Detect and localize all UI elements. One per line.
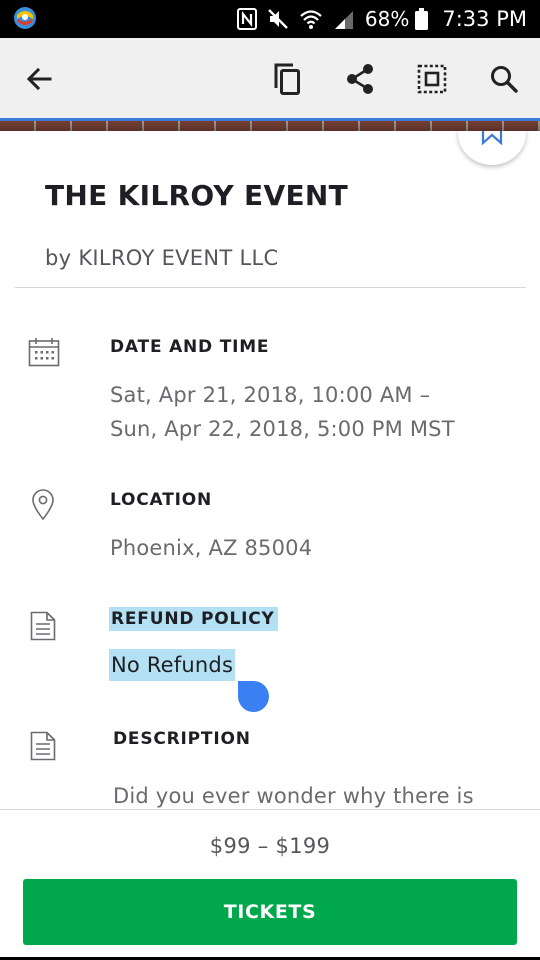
battery-icon <box>415 8 429 30</box>
document-icon <box>30 731 56 765</box>
app-icon <box>12 5 38 31</box>
signal-icon <box>333 9 355 29</box>
status-bar: 68% 7:33 PM <box>0 0 540 38</box>
location-value[interactable]: Phoenix, AZ 85004 <box>110 531 312 565</box>
ticket-bar: $99 – $199 TICKETS <box>0 809 540 960</box>
date-time-end: Sun, Apr 22, 2018, 5:00 PM MST <box>110 417 455 441</box>
tickets-button[interactable]: TICKETS <box>23 879 517 945</box>
nfc-icon <box>236 8 257 30</box>
battery-percent: 68% <box>364 7 410 31</box>
bookmark-icon <box>481 131 503 149</box>
bookmark-button[interactable] <box>458 131 526 165</box>
share-icon[interactable] <box>340 59 380 99</box>
header-image-strip <box>0 121 540 131</box>
copy-icon[interactable] <box>267 59 307 99</box>
date-time-value: Sat, Apr 21, 2018, 10:00 AM – Sun, Apr 2… <box>110 378 455 446</box>
status-clock: 7:33 PM <box>442 7 527 31</box>
divider <box>15 287 526 288</box>
search-icon[interactable] <box>484 59 524 99</box>
mute-icon <box>267 8 289 30</box>
calendar-icon <box>28 337 60 371</box>
price-range: $99 – $199 <box>209 834 331 858</box>
refund-policy-value[interactable]: No Refunds <box>109 649 236 681</box>
back-arrow-icon[interactable] <box>19 59 59 99</box>
wifi-icon <box>299 8 323 30</box>
document-icon <box>30 611 56 645</box>
description-text: Did you ever wonder why there is <box>113 784 474 808</box>
select-all-icon[interactable] <box>412 59 452 99</box>
event-organizer[interactable]: by KILROY EVENT LLC <box>45 246 278 270</box>
browser-toolbar <box>0 38 540 120</box>
date-time-heading: DATE AND TIME <box>110 337 270 357</box>
event-title: THE KILROY EVENT <box>45 179 349 212</box>
text-selection-handle[interactable] <box>238 681 269 712</box>
location-pin-icon <box>31 489 55 525</box>
refund-policy-heading[interactable]: REFUND POLICY <box>109 607 278 631</box>
location-heading: LOCATION <box>110 490 212 510</box>
date-time-start: Sat, Apr 21, 2018, 10:00 AM – <box>110 383 431 407</box>
event-details: THE KILROY EVENT by KILROY EVENT LLC DAT… <box>0 131 540 809</box>
description-heading: DESCRIPTION <box>113 729 251 749</box>
